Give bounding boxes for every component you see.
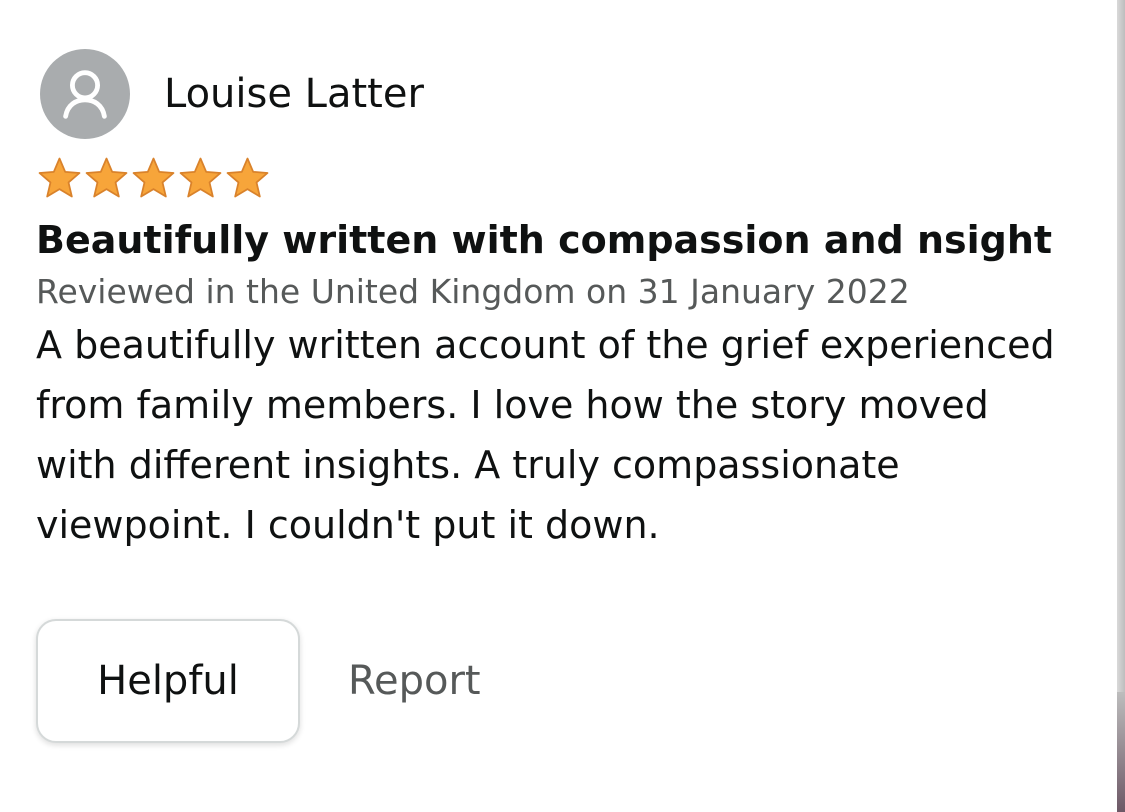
star-icon	[85, 157, 128, 197]
review-body: A beautifully written account of the gri…	[36, 323, 1055, 548]
review-actions: Helpful Report	[36, 619, 1106, 744]
star-rating	[36, 154, 1106, 202]
review-title[interactable]: Beautifully written with compassion and …	[36, 218, 1106, 264]
review-meta: Reviewed in the United Kingdom on 31 Jan…	[36, 271, 910, 311]
review-page: Louise Latter Beautifully written with c…	[0, 0, 1125, 812]
reviewer-name: Louise Latter	[164, 71, 424, 117]
helpful-button[interactable]: Helpful	[36, 619, 300, 744]
user-avatar-icon	[40, 49, 130, 139]
star-icon	[38, 157, 81, 197]
screen-edge	[1117, 0, 1125, 812]
reviewer-profile[interactable]: Louise Latter	[36, 48, 1106, 140]
star-icon	[132, 157, 175, 197]
star-icon	[226, 157, 269, 197]
review-card: Louise Latter Beautifully written with c…	[36, 48, 1106, 744]
report-link[interactable]: Report	[348, 658, 481, 704]
star-icon	[179, 157, 222, 197]
